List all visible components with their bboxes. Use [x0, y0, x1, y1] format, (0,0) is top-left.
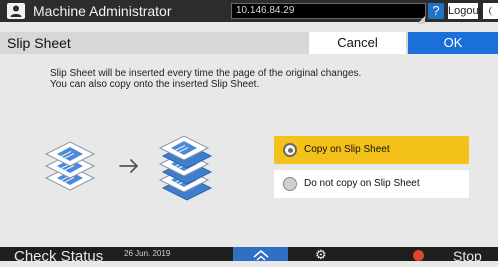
cancel-button[interactable]: Cancel [309, 32, 406, 54]
moon-icon [489, 6, 494, 16]
energy-saver-button[interactable] [483, 3, 498, 19]
copy-on-slip-sheet-option[interactable]: Copy on Slip Sheet [274, 136, 469, 164]
resize-corner-icon [417, 11, 425, 24]
radio-selected-icon [283, 143, 297, 157]
check-status-button[interactable]: Check Status [14, 247, 103, 267]
user-label: Machine Administrator [33, 3, 172, 19]
option-label: Do not copy on Slip Sheet [304, 178, 420, 189]
slip-sheet-illustration [45, 135, 212, 201]
ok-button[interactable]: OK [408, 32, 498, 54]
date-label: 26 Jun. 2019 [124, 249, 171, 258]
help-button[interactable]: ? [428, 3, 444, 19]
option-label: Copy on Slip Sheet [304, 144, 390, 155]
description-text: Slip Sheet will be inserted every time t… [50, 68, 490, 90]
home-icon [253, 249, 269, 261]
radio-dot [288, 148, 293, 153]
ip-address-field[interactable]: 10.146.84.29 [231, 3, 426, 19]
do-not-copy-on-slip-sheet-option[interactable]: Do not copy on Slip Sheet [274, 170, 469, 198]
radio-unselected-icon [283, 177, 297, 191]
description-line-2: You can also copy onto the inserted Slip… [50, 79, 260, 90]
stop-icon[interactable] [413, 250, 424, 261]
stop-button[interactable]: Stop [453, 247, 482, 265]
gear-icon[interactable]: ⚙ [315, 248, 327, 261]
logout-button[interactable]: Logout [448, 3, 482, 19]
user-icon [7, 3, 25, 19]
description-line-1: Slip Sheet will be inserted every time t… [50, 68, 362, 79]
page-title: Slip Sheet [7, 35, 71, 51]
